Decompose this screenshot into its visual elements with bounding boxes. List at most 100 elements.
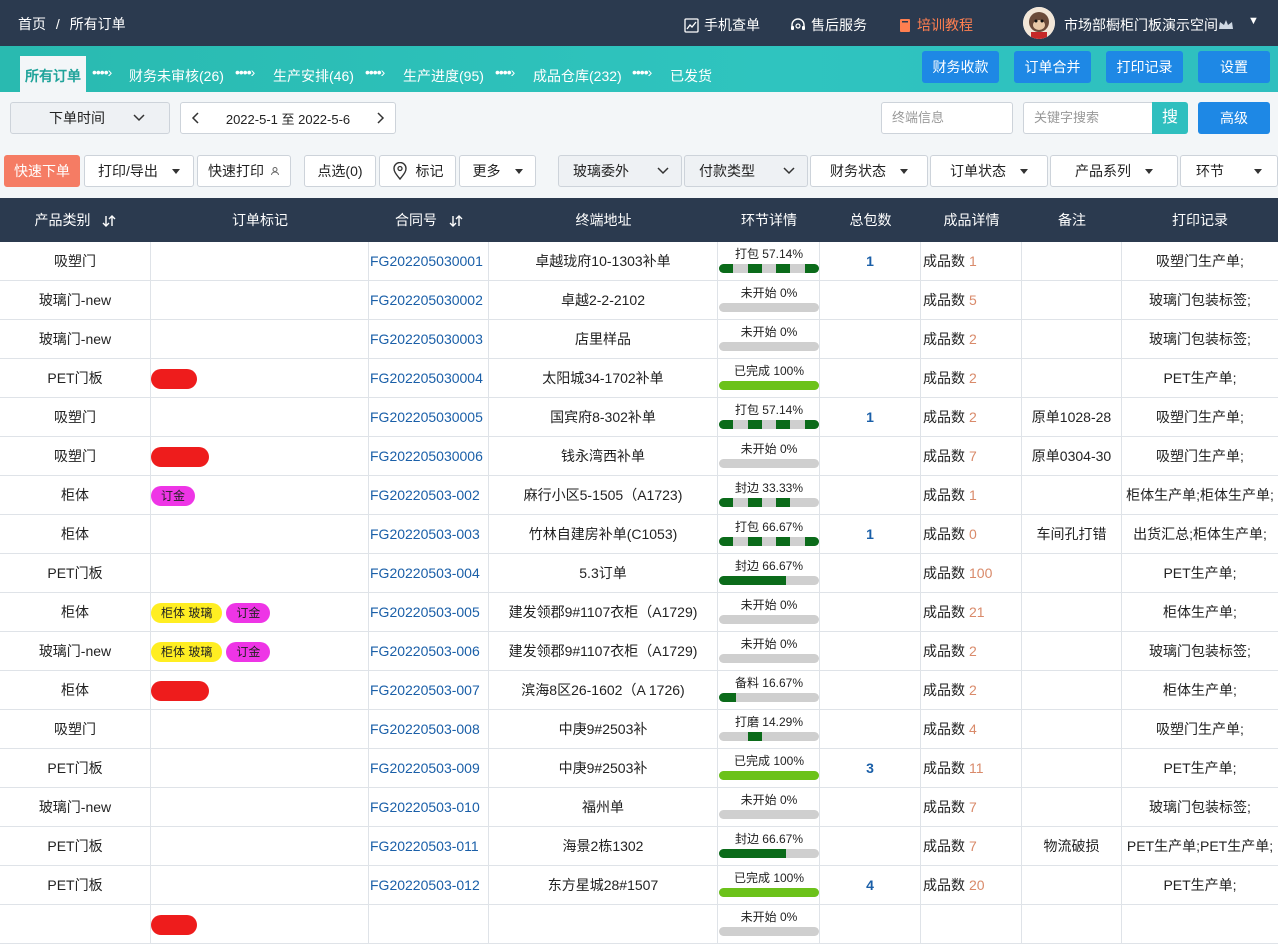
contract-link[interactable]: FG202205030003 (369, 320, 489, 359)
flow-step-all-orders[interactable]: 所有订单 (20, 56, 86, 92)
avatar[interactable] (1023, 7, 1055, 39)
contract-link[interactable]: FG20220503-008 (369, 710, 489, 749)
contract-link[interactable]: FG20220503-009 (369, 749, 489, 788)
contract-link[interactable]: FG20220503-005 (369, 593, 489, 632)
order-tag[interactable]: 订金 (151, 486, 196, 507)
glass-outsource-select[interactable]: 玻璃委外 (558, 155, 682, 187)
print-export-dropdown[interactable]: 打印/导出 (84, 155, 194, 187)
breadcrumb-home[interactable]: 首页 (18, 16, 46, 32)
cell-total-packages: 4 (820, 866, 921, 905)
table-row[interactable]: 柜体 FG20220503-007 滨海8区26-1602（A 1726) 备料 1… (0, 671, 1278, 710)
table-row[interactable]: 未开始 0% (0, 905, 1278, 944)
more-dropdown[interactable]: 更多 (459, 155, 536, 187)
chevron-down-icon[interactable]: ▼ (1248, 15, 1259, 27)
order-status-dropdown[interactable]: 订单状态 (930, 155, 1048, 187)
flow-step-shipped[interactable]: 已发货 (670, 66, 712, 86)
select-button[interactable]: 点选(0) (304, 155, 376, 187)
table-row[interactable]: 柜体 订金 FG20220503-002 麻行小区5-1505（A1723) 封边 33… (0, 476, 1278, 515)
contract-link[interactable]: FG20220503-007 (369, 671, 489, 710)
column-header-category[interactable]: 产品类别 (0, 198, 151, 242)
table-row[interactable]: 玻璃门-new 柜体 玻璃 订金 FG20220503-006 建发领郡9#1107衣柜… (0, 632, 1278, 671)
column-header-label: 合同号 (395, 212, 438, 228)
training-link[interactable]: 培训教程 (898, 15, 973, 35)
terminal-info-input[interactable]: 终端信息 (881, 102, 1013, 134)
print-records-button[interactable]: 打印记录 (1106, 51, 1183, 83)
date-range-picker[interactable]: 2022-5-1 至 2022-5-6 (180, 102, 396, 134)
quick-print-button[interactable]: 快速打印 (197, 155, 291, 187)
table-row[interactable]: 玻璃门-new FG202205030002 卓越2-2-2102 未开始 0% 成品数… (0, 281, 1278, 320)
chevron-left-icon[interactable] (191, 112, 199, 124)
order-tag[interactable] (151, 681, 209, 702)
time-type-select[interactable]: 下单时间 (10, 102, 170, 134)
table-row[interactable]: 柜体 FG20220503-003 竹林自建房补单(C1053) 打包 66.67% 1… (0, 515, 1278, 554)
flow-step-production-plan[interactable]: 生产安排(46) (273, 66, 354, 86)
cell-stage-progress: 已完成 100% (718, 359, 820, 398)
contract-link[interactable]: FG20220503-004 (369, 554, 489, 593)
product-series-dropdown[interactable]: 产品系列 (1050, 155, 1178, 187)
contract-link[interactable]: FG202205030001 (369, 242, 489, 281)
mobile-order-link[interactable]: 手机查单 (684, 15, 760, 35)
table-row[interactable]: 吸塑门 FG202205030001 卓越珑府10-1303补单 打包 57.14% 1… (0, 242, 1278, 281)
payment-type-select[interactable]: 付款类型 (684, 155, 808, 187)
order-tag[interactable]: 柜体 玻璃 (151, 603, 223, 624)
contract-link[interactable]: FG20220503-011 (369, 827, 489, 866)
search-button[interactable]: 搜 (1152, 102, 1188, 134)
contract-link[interactable]: FG202205030006 (369, 437, 489, 476)
contract-link[interactable]: FG20220503-012 (369, 866, 489, 905)
order-tag[interactable]: 订金 (226, 603, 271, 624)
contract-link[interactable]: FG20220503-006 (369, 632, 489, 671)
table-row[interactable]: 柜体 柜体 玻璃 订金 FG20220503-005 建发领郡9#1107衣柜（A172… (0, 593, 1278, 632)
progress-label: 打磨 14.29% (734, 715, 804, 729)
sort-icon[interactable] (102, 215, 116, 228)
advanced-filter-button[interactable]: 高级 (1198, 102, 1270, 134)
breadcrumb-current: 所有订单 (69, 16, 126, 32)
contract-link[interactable]: FG20220503-003 (369, 515, 489, 554)
order-tag[interactable]: 柜体 玻璃 (151, 642, 223, 663)
qty-value: 2 (969, 409, 977, 425)
mark-button[interactable]: 标记 (379, 155, 456, 187)
contract-link[interactable]: FG20220503-010 (369, 788, 489, 827)
table-row[interactable]: PET门板 FG20220503-012 东方星城28#1507 已完成 100% 4 成… (0, 866, 1278, 905)
user-name[interactable]: 市场部橱柜门板演示空间 (1064, 15, 1234, 35)
cell-total-packages: 1 (820, 398, 921, 437)
table-row[interactable]: PET门板 FG20220503-004 5.3订单 封边 66.67% 成品数 100 P… (0, 554, 1278, 593)
quick-order-button[interactable]: 快速下单 (4, 155, 80, 187)
contract-link[interactable]: FG202205030005 (369, 398, 489, 437)
caret-down-icon (900, 168, 908, 174)
progress-bar (719, 654, 819, 663)
column-header-contract[interactable]: 合同号 (369, 198, 489, 242)
finance-receipt-button[interactable]: 财务收款 (922, 51, 999, 83)
table-row[interactable]: PET门板 FG20220503-011 海景2栋1302 封边 66.67% 成品数 7… (0, 827, 1278, 866)
qty-label: 成品数 (923, 838, 965, 854)
settings-button[interactable]: 设置 (1198, 51, 1270, 83)
contract-link[interactable] (369, 905, 489, 944)
cell-total-packages (820, 437, 921, 476)
after-sales-link[interactable]: 售后服务 (790, 15, 867, 35)
table-row[interactable]: 玻璃门-new FG202205030003 店里样品 未开始 0% 成品数 2 玻璃门包装… (0, 320, 1278, 359)
cell-stage-progress: 未开始 0% (718, 632, 820, 671)
order-tag[interactable] (151, 447, 209, 468)
table-row[interactable]: 吸塑门 FG202205030005 国宾府8-302补单 打包 57.14% 1 成品数… (0, 398, 1278, 437)
table-row[interactable]: PET门板 FG20220503-009 中庚9#2503补 已完成 100% 3 成品数… (0, 749, 1278, 788)
table-row[interactable]: 吸塑门 FG202205030006 钱永湾西补单 未开始 0% 成品数 7 原单0304… (0, 437, 1278, 476)
flow-step-production-progress[interactable]: 生产进度(95) (403, 66, 484, 86)
order-tag[interactable] (151, 915, 197, 936)
qty-value: 2 (969, 370, 977, 386)
column-header-print: 打印记录 (1172, 212, 1228, 228)
contract-link[interactable]: FG202205030002 (369, 281, 489, 320)
stage-dropdown[interactable]: 环节 (1180, 155, 1278, 187)
contract-link[interactable]: FG202205030004 (369, 359, 489, 398)
sort-icon[interactable] (449, 215, 463, 228)
table-row[interactable]: PET门板 FG202205030004 太阳城34-1702补单 已完成 100%… (0, 359, 1278, 398)
order-tag[interactable]: 订金 (226, 642, 271, 663)
order-tag[interactable] (151, 369, 197, 390)
keyword-search-input[interactable]: 关键字搜索 (1023, 102, 1153, 134)
table-row[interactable]: 玻璃门-new FG20220503-010 福州单 未开始 0% 成品数 7 玻璃门包装标… (0, 788, 1278, 827)
contract-link[interactable]: FG20220503-002 (369, 476, 489, 515)
flow-step-finance-unreviewed[interactable]: 财务未审核(26) (129, 66, 224, 86)
flow-step-warehouse[interactable]: 成品仓库(232) (533, 66, 622, 86)
chevron-right-icon[interactable] (377, 112, 385, 124)
finance-status-dropdown[interactable]: 财务状态 (810, 155, 928, 187)
merge-orders-button[interactable]: 订单合并 (1014, 51, 1091, 83)
table-row[interactable]: 吸塑门 FG20220503-008 中庚9#2503补 打磨 14.29% 成品数 4 吸… (0, 710, 1278, 749)
